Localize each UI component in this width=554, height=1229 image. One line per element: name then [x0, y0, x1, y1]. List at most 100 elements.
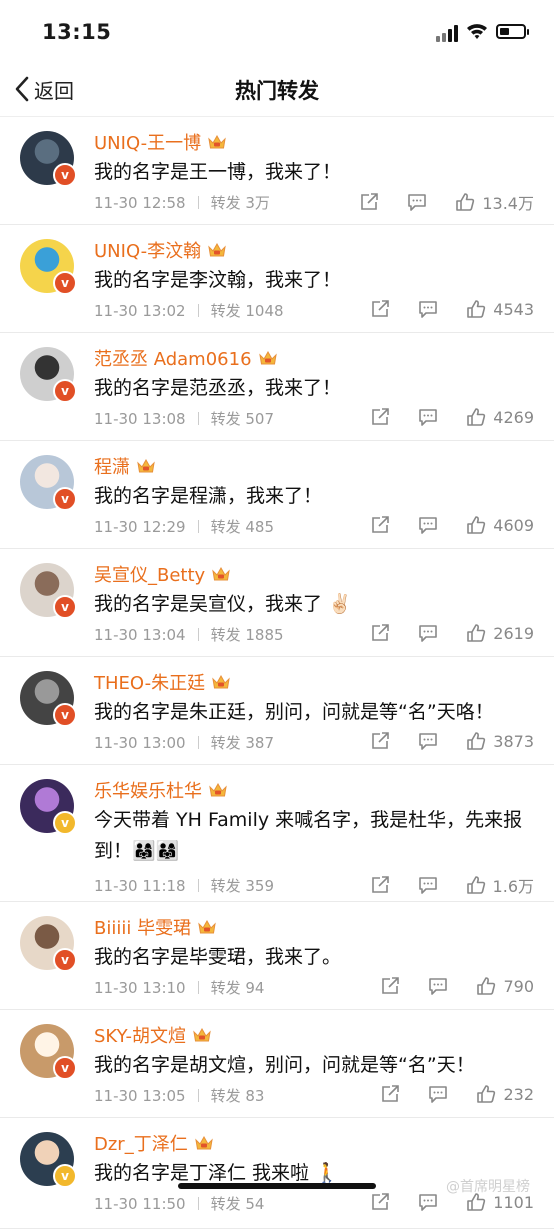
like-button[interactable]: 790	[475, 975, 534, 997]
share-button[interactable]	[369, 406, 391, 428]
post-time: 11-30 11:18	[94, 877, 186, 895]
verified-icon: v	[53, 163, 77, 187]
comment-button[interactable]	[417, 406, 439, 428]
post-meta: 11-30 12:58 转发 3万	[94, 192, 270, 213]
user-name[interactable]: 乐华娱乐杜华	[94, 777, 228, 803]
crown-icon	[258, 350, 277, 365]
user-name[interactable]: Dzr_丁泽仁	[94, 1130, 214, 1156]
wifi-icon	[467, 24, 487, 39]
share-button[interactable]	[369, 874, 391, 896]
share-button[interactable]	[369, 514, 391, 536]
share-button[interactable]	[369, 622, 391, 644]
repost-label: 转发	[210, 1195, 241, 1213]
verified-icon: v	[53, 379, 77, 403]
comment-button[interactable]	[427, 1083, 449, 1105]
comment-icon	[419, 733, 438, 750]
share-icon	[371, 876, 389, 893]
like-button[interactable]: 13.4万	[454, 190, 534, 214]
avatar[interactable]: v	[20, 916, 77, 972]
crown-icon	[193, 1027, 211, 1042]
post-time: 11-30 13:08	[94, 410, 186, 428]
repost-label: 转发	[210, 302, 241, 320]
post-meta: 11-30 11:18 转发 359	[94, 875, 274, 896]
home-indicator[interactable]	[178, 1183, 376, 1189]
like-button[interactable]: 1.6万	[465, 873, 534, 897]
avatar[interactable]: v	[20, 1024, 77, 1080]
repost-label: 转发	[210, 734, 241, 752]
verified-icon: v	[53, 948, 77, 972]
list-item[interactable]: v UNIQ-王一博 我的名字是王一博，我来了！ 11-30 12:58 转发 3…	[0, 117, 554, 225]
list-item[interactable]: v 乐华娱乐杜华 今天带着 YH Family 来喊名字，我是杜华，先来报到！👨…	[0, 765, 554, 902]
avatar[interactable]: v	[20, 1132, 77, 1188]
like-button[interactable]: 4269	[465, 406, 534, 428]
avatar[interactable]: v	[20, 671, 77, 727]
share-button[interactable]	[358, 191, 380, 213]
watermark: @首席明星榜	[446, 1179, 530, 1195]
share-button[interactable]	[369, 730, 391, 752]
like-button[interactable]: 3873	[465, 730, 534, 752]
post-actions: 2619	[369, 622, 534, 644]
avatar[interactable]: v	[20, 563, 77, 619]
user-name[interactable]: 吴宣仪_Betty	[94, 561, 231, 587]
user-name[interactable]: 程潇	[94, 453, 156, 479]
list-item[interactable]: v SKY-胡文煊 我的名字是胡文煊，别问，问就是等“名”天！ 11-30 13…	[0, 1010, 554, 1118]
comment-button[interactable]	[406, 191, 428, 213]
share-button[interactable]	[379, 975, 401, 997]
avatar[interactable]: v	[20, 779, 77, 835]
comment-button[interactable]	[417, 514, 439, 536]
user-name[interactable]: UNIQ-王一博	[94, 129, 227, 155]
comment-button[interactable]	[427, 975, 449, 997]
avatar[interactable]: v	[20, 239, 77, 295]
comment-icon	[408, 194, 427, 211]
avatar[interactable]: v	[20, 131, 77, 187]
like-button[interactable]: 4543	[465, 298, 534, 320]
user-name[interactable]: 范丞丞 Adam0616	[94, 345, 278, 371]
user-name[interactable]: Biiiii 毕雯珺	[94, 914, 217, 940]
comment-button[interactable]	[417, 1191, 439, 1213]
repost-count: 507	[245, 410, 275, 428]
cellular-signal-icon	[436, 24, 460, 42]
post-meta: 11-30 11:50 转发 54	[94, 1193, 264, 1214]
divider	[197, 736, 199, 749]
share-button[interactable]	[369, 1191, 391, 1213]
crown-icon	[194, 1135, 213, 1150]
comment-icon	[419, 1194, 438, 1211]
comment-button[interactable]	[417, 730, 439, 752]
comment-button[interactable]	[417, 622, 439, 644]
crown-icon	[208, 134, 226, 149]
user-name[interactable]: SKY-胡文煊	[94, 1022, 212, 1048]
repost-label: 转发	[210, 626, 241, 644]
post-time: 11-30 13:10	[94, 979, 186, 997]
user-name[interactable]: UNIQ-李汶翰	[94, 237, 227, 263]
avatar[interactable]: v	[20, 347, 77, 403]
comment-button[interactable]	[417, 298, 439, 320]
list-item[interactable]: v 范丞丞 Adam0616 我的名字是范丞丞，我来了！ 11-30 13:08…	[0, 333, 554, 441]
repost-label: 转发	[210, 410, 241, 428]
comment-icon	[418, 877, 437, 894]
list-item[interactable]: v THEO-朱正廷 我的名字是朱正廷，别问，问就是等“名”天咯！ 11-30 …	[0, 657, 554, 765]
repost-count: 1885	[245, 626, 284, 644]
like-button[interactable]: 2619	[465, 622, 534, 644]
share-icon	[372, 624, 390, 641]
list-item[interactable]: v UNIQ-李汶翰 我的名字是李汶翰，我来了！ 11-30 13:02 转发 1…	[0, 225, 554, 333]
share-button[interactable]	[379, 1083, 401, 1105]
list-item[interactable]: v Dzr_丁泽仁 我的名字是丁泽仁 我来啦 🚶 11-30 11:50 转发 5…	[0, 1118, 554, 1229]
comment-button[interactable]	[417, 874, 439, 896]
like-button[interactable]: 4609	[465, 514, 534, 536]
avatar[interactable]: v	[20, 455, 77, 511]
post-actions: 790	[379, 975, 534, 997]
list-item[interactable]: v Biiiii 毕雯珺 我的名字是毕雯珺，我来了。 11-30 13:10 转发…	[0, 902, 554, 1010]
list-item[interactable]: v 程潇 我的名字是程潇，我来了！ 11-30 12:29 转发 485 4609	[0, 441, 554, 549]
share-button[interactable]	[369, 298, 391, 320]
like-count: 4543	[493, 299, 534, 319]
divider	[197, 304, 199, 317]
crown-icon	[209, 782, 227, 797]
share-icon	[372, 516, 390, 533]
divider	[197, 981, 199, 994]
like-button[interactable]: 232	[475, 1083, 534, 1105]
post-time: 11-30 13:00	[94, 734, 186, 752]
post-meta: 11-30 13:04 转发 1885	[94, 624, 284, 645]
list-item[interactable]: v 吴宣仪_Betty 我的名字是吴宣仪，我来了 ✌🏻 11-30 13:04 转…	[0, 549, 554, 657]
thumbs-up-icon	[467, 516, 486, 534]
user-name[interactable]: THEO-朱正廷	[94, 669, 231, 695]
